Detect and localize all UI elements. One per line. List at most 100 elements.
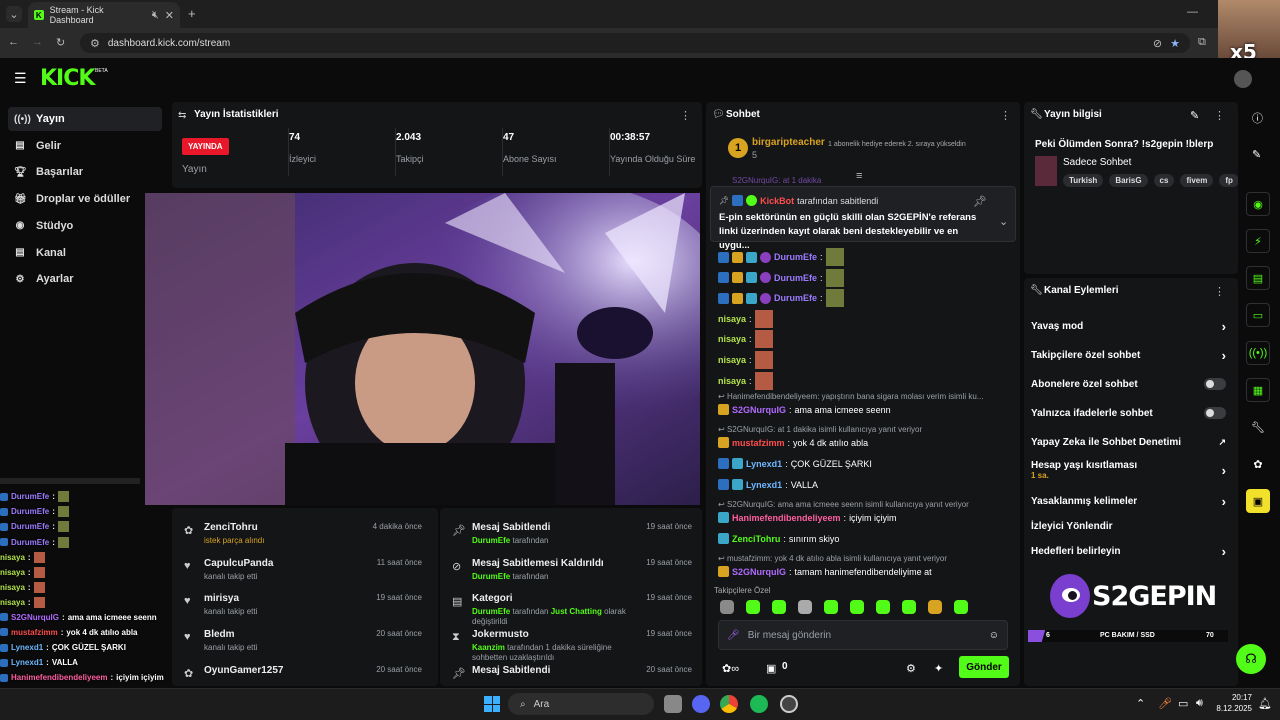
chat-settings-icon[interactable]: ⚙	[906, 662, 916, 675]
moderator-name[interactable]: DurumEfe	[472, 607, 510, 616]
discord-icon[interactable]	[692, 695, 710, 713]
chat-message[interactable]: DurumEfe:	[718, 289, 1014, 308]
extensions-icon[interactable]: ⧉	[1198, 36, 1206, 49]
chat-message[interactable]: nisaya:	[718, 330, 1014, 349]
url-field[interactable]: ⚙ dashboard.kick.com/stream ⊘ ★	[80, 33, 1190, 53]
message-icon[interactable]: ▭	[1246, 303, 1270, 327]
chat-username[interactable]: S2GNurquIG	[732, 567, 786, 577]
chat-username[interactable]: S2GNurquIG	[732, 405, 786, 415]
reload-icon[interactable]: ↻	[56, 36, 65, 49]
network-icon[interactable]: ▭	[1178, 697, 1188, 710]
category-name[interactable]: Sadece Sohbet	[1063, 157, 1131, 168]
pen-icon[interactable]: ✎	[1252, 148, 1261, 161]
tools-icon[interactable]: 🔧︎	[1246, 415, 1270, 439]
task-view-icon[interactable]	[664, 695, 682, 713]
clock-date[interactable]: 8.12.2025	[1212, 704, 1252, 713]
chrome-icon[interactable]	[720, 695, 738, 713]
reply-context[interactable]: ↩ mustafzimm: yok 4 dk atılıo abla isiml…	[718, 554, 1008, 563]
category-link[interactable]: Just Chatting	[551, 607, 602, 616]
stream-preview-video[interactable]	[145, 193, 700, 505]
send-button[interactable]: Gönder	[959, 656, 1009, 678]
chat-message[interactable]: Hanimefendibendeliyeem: içiyim içiyim	[718, 512, 1014, 524]
reply-context[interactable]: ↩ S2GNurquIG: ama ama icmeee seenn isiml…	[718, 500, 1008, 509]
toggle-switch[interactable]	[1204, 378, 1226, 390]
chat-message[interactable]: ZenciTohru: sınırım skiyo	[718, 533, 1014, 545]
chat-username[interactable]: Hanimefendibendeliyeem	[732, 513, 841, 523]
stream-tag[interactable]: BarisG	[1109, 174, 1148, 187]
moderation-row[interactable]: 📌︎ Mesaj Sabitlendi 20 saat önce	[440, 661, 702, 686]
chat-message[interactable]: nisaya:	[718, 309, 1014, 328]
notification-icon[interactable]: 🔔︎	[1258, 697, 1272, 710]
channel-action-3[interactable]: Yalnızca ifadelerle sohbet	[1031, 402, 1226, 424]
activity-row[interactable]: ♥ CapulcuPanda kanalı takip etti 11 saat ön…	[172, 554, 432, 590]
activity-user[interactable]: Bledm	[204, 629, 235, 640]
channel-action-2[interactable]: Abonelere özel sohbet	[1031, 373, 1226, 395]
chat-username[interactable]: Lynexd1	[746, 459, 782, 469]
moderation-row[interactable]: ⧗ Jokermusto Kaanzim tarafından 1 dakika s…	[440, 625, 702, 662]
channel-action-7[interactable]: İzleyici Yönlendir	[1031, 515, 1226, 537]
sidebar-item-2[interactable]: 🏆︎ Başarılar	[8, 160, 162, 184]
channel-action-0[interactable]: Yavaş mod ›	[1031, 315, 1226, 337]
tab-list-icon[interactable]: ⌄	[6, 6, 22, 22]
clock-time[interactable]: 20:17	[1228, 693, 1252, 702]
chat-username[interactable]: DurumEfe	[774, 293, 817, 303]
bookmark-star-icon[interactable]: ★	[1170, 37, 1180, 50]
chat-username[interactable]: nisaya	[718, 334, 746, 344]
windows-start-icon[interactable]	[484, 696, 500, 712]
activity-row[interactable]: ♥ mirisya kanalı takip etti 19 saat önce	[172, 589, 432, 625]
close-tab-icon[interactable]: ✕	[165, 9, 174, 22]
emote-option-icon[interactable]	[928, 600, 942, 614]
top-gifter-name[interactable]: birgaripteacher	[752, 137, 825, 148]
chat-username[interactable]: Lynexd1	[746, 480, 782, 490]
sidebar-item-0[interactable]: ((•)) Yayın	[8, 107, 162, 131]
chat-message[interactable]: Lynexd1: VALLA	[718, 479, 1014, 491]
activity-row[interactable]: ✿ ZenciTohru istek parça alındı 4 dakika ön…	[172, 518, 432, 554]
back-icon[interactable]: ←	[8, 36, 19, 48]
stats-more-icon[interactable]: ⋮	[680, 109, 691, 122]
unpin-icon[interactable]: 📌︎	[973, 195, 987, 208]
mod-tools-icon[interactable]: ✦	[934, 662, 943, 675]
camera-action-icon[interactable]: ◉	[1246, 192, 1270, 216]
chat-username[interactable]: nisaya	[718, 355, 746, 365]
expand-pinned-icon[interactable]: ⌄	[999, 215, 1008, 228]
chat-username[interactable]: ZenciTohru	[732, 534, 780, 544]
moderation-row[interactable]: ▤ Kategori DurumEfe tarafından Just Chatti…	[440, 589, 702, 626]
emoji-picker-icon[interactable]: ☺	[989, 630, 999, 641]
mute-icon[interactable]: 🔇︎	[152, 9, 159, 22]
kicks-icon[interactable]: ✿∞	[722, 662, 739, 675]
chat-more-icon[interactable]: ⋮	[1000, 109, 1011, 122]
chat-message[interactable]: nisaya:	[718, 371, 1014, 390]
chat-message[interactable]: Lynexd1: ÇOK GÜZEL ŞARKI	[718, 458, 1014, 470]
moderation-row[interactable]: ⊘ Mesaj Sabitlemesi Kaldırıldı DurumEfe ta…	[440, 554, 702, 590]
activity-row[interactable]: ✿ OyunGamer1257 20 saat önce	[172, 661, 432, 686]
activity-user[interactable]: CapulcuPanda	[204, 558, 273, 569]
chat-message[interactable]: S2GNurquIG: ama ama icmeee seenn	[718, 404, 1014, 416]
emote-option-icon[interactable]	[798, 600, 812, 614]
browser-tab[interactable]: K Stream - Kick Dashboard 🔇︎ ✕	[28, 2, 180, 28]
channel-action-4[interactable]: Yapay Zeka ile Sohbet Denetimi ↗	[1031, 431, 1226, 453]
reply-context[interactable]: ↩ S2GNurquIG: at 1 dakika isimli kullanı…	[718, 425, 1008, 434]
edit-icon[interactable]: ✎	[1190, 109, 1199, 122]
eye-off-icon[interactable]: ⊘	[1153, 37, 1162, 50]
chat-message[interactable]: nisaya:	[718, 351, 1014, 369]
chat-username[interactable]: nisaya	[718, 376, 746, 386]
moderator-name[interactable]: Kaanzim	[472, 643, 505, 652]
emote-option-icon[interactable]	[954, 600, 968, 614]
activity-user[interactable]: OyunGamer1257	[204, 665, 284, 676]
emote-option-icon[interactable]	[772, 600, 786, 614]
volume-icon[interactable]: 🔊︎	[1196, 697, 1203, 710]
tray-chevron-icon[interactable]: ⌃	[1136, 697, 1145, 710]
activity-row[interactable]: ♥ Bledm kanalı takip etti 20 saat önce	[172, 625, 432, 661]
stream-tag[interactable]: fivem	[1180, 174, 1214, 187]
stream-tag[interactable]: cs	[1153, 174, 1175, 187]
chat-input[interactable]: 🎤︎ Bir mesaj gönderin ☺	[718, 620, 1008, 650]
moderator-name[interactable]: DurumEfe	[472, 572, 510, 581]
kick-logo[interactable]: KICK	[40, 66, 95, 91]
stream-info-more-icon[interactable]: ⋮	[1214, 109, 1225, 122]
chat-message[interactable]: DurumEfe:	[718, 268, 1014, 287]
moderation-row[interactable]: 📌︎ Mesaj Sabitlendi DurumEfe tarafından 19 …	[440, 518, 702, 554]
sidebar-item-5[interactable]: ▤ Kanal	[8, 241, 162, 265]
chat-username[interactable]: nisaya	[718, 314, 746, 324]
pinned-message[interactable]: 📌︎ KickBot tarafından sabitlendi 📌︎ ⌄ E-…	[710, 186, 1016, 251]
clipboard-icon[interactable]: ▤	[1246, 266, 1270, 290]
